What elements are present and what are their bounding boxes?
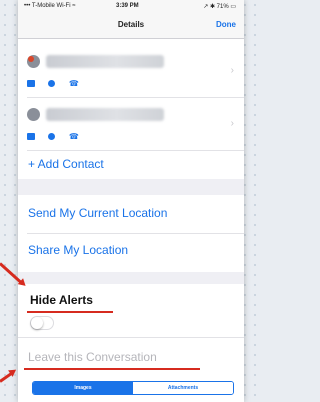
contact-name-redacted [46,55,164,68]
send-location-button[interactable]: Send My Current Location [28,206,167,220]
contact-row-1[interactable]: › ☎ [18,47,244,97]
done-button[interactable]: Done [216,20,236,29]
media-segmented-control: Images Attachments [32,381,234,395]
carrier-label: ••• T-Mobile Wi-Fi ≈ [24,3,76,9]
tab-images[interactable]: Images [33,382,133,394]
battery-indicator: ↗ ✱ 71% ▭ [203,4,236,10]
location-section: Send My Current Location Share My Locati… [18,195,244,272]
contact-name-redacted [46,108,164,121]
divider [27,97,244,98]
divider [18,337,244,338]
phone-icon[interactable]: ☎ [69,132,79,141]
contact-avatar [27,55,40,68]
page-title: Details [117,20,145,29]
status-bar: ••• T-Mobile Wi-Fi ≈ 3:39 PM ↗ ✱ 71% ▭ [18,0,244,14]
divider [27,150,244,151]
contacts-section: › ☎ › ☎ + Add Contact [18,39,244,179]
annotation-underline [27,311,113,313]
message-icon[interactable] [48,133,56,141]
contact-avatar [27,108,40,121]
hide-alerts-toggle[interactable] [30,316,54,330]
contact-actions: ☎ [27,128,88,141]
divider [27,233,244,234]
clock: 3:39 PM [116,3,139,9]
chevron-right-icon[interactable]: › [231,118,234,129]
contact-actions: ☎ [27,75,88,88]
share-location-button[interactable]: Share My Location [28,243,128,257]
video-icon[interactable] [27,133,35,141]
add-contact-button[interactable]: + Add Contact [28,157,104,171]
video-icon[interactable] [27,80,35,88]
navigation-bar: Details Done [18,14,244,39]
phone-screen: ••• T-Mobile Wi-Fi ≈ 3:39 PM ↗ ✱ 71% ▭ D… [18,0,244,402]
hide-alerts-label: Hide Alerts [30,293,93,307]
leave-conversation-button[interactable]: Leave this Conversation [28,350,157,364]
contact-row-2[interactable]: › ☎ [18,100,244,150]
tab-attachments[interactable]: Attachments [133,382,233,394]
phone-icon[interactable]: ☎ [69,79,79,88]
message-icon[interactable] [48,80,56,88]
annotation-underline [24,368,200,370]
chevron-right-icon[interactable]: › [231,65,234,76]
